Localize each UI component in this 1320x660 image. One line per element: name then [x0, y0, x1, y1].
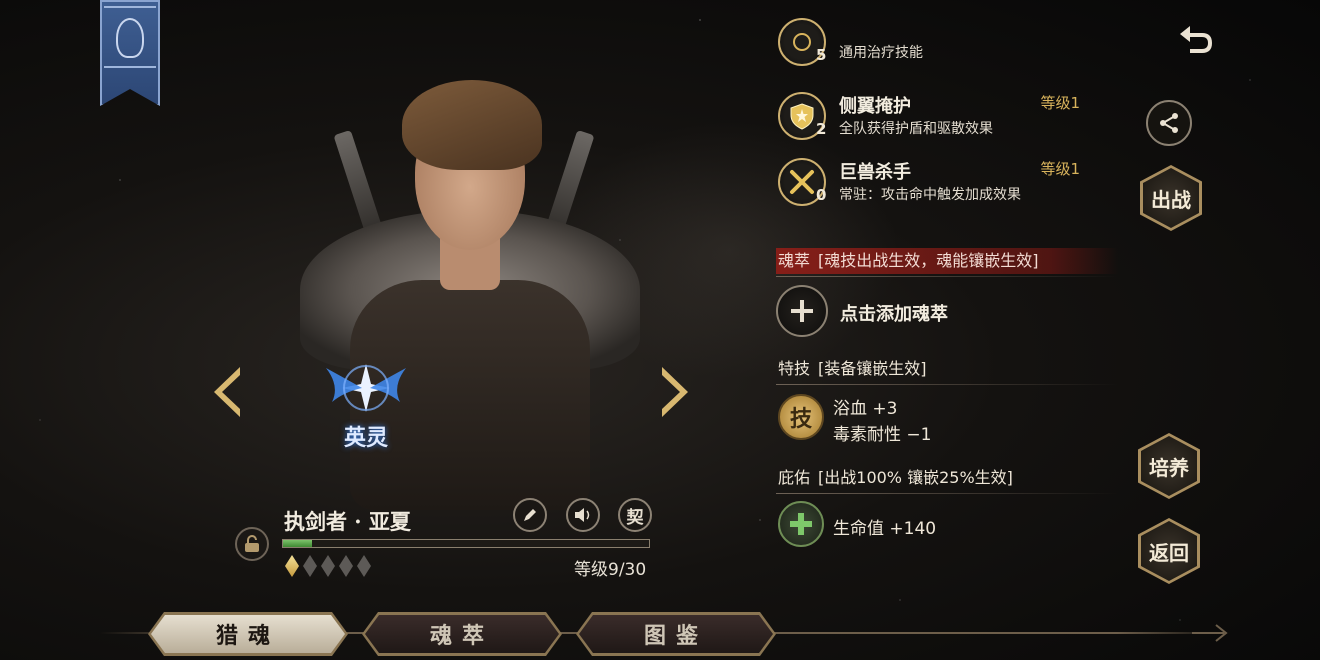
rename-button[interactable] [513, 498, 547, 532]
special-stat: 毒素耐性 −1 [833, 425, 932, 445]
banner-stripe [104, 6, 156, 8]
voice-button[interactable] [566, 498, 600, 532]
skill-level: 等级1 [1040, 160, 1080, 178]
tab-codex[interactable]: 图鉴 [576, 612, 776, 656]
level-text: 等级9/30 [574, 560, 647, 580]
special-skill-header: 特技 [装备镶嵌生效] [776, 356, 1118, 382]
skill-name: 侧翼掩护 [839, 96, 911, 117]
back-button[interactable]: 返回 [1138, 518, 1200, 584]
skills-panel: 5 通用治疗技能 2 侧翼掩护 等级1 全队获得护盾和驱散效果 0 巨兽杀手 等… [770, 18, 1120, 600]
pact-button[interactable]: 契 [618, 498, 652, 532]
deploy-label: 出战 [1151, 187, 1191, 212]
character-name: 执剑者 · 亚夏 [284, 509, 411, 534]
tab-label: 魂萃 [429, 623, 494, 649]
next-character-arrow-icon[interactable] [658, 365, 692, 419]
section-divider [776, 384, 1118, 385]
banner-emblem-icon [116, 18, 144, 58]
skill-count: 0 [816, 186, 827, 204]
winged-star-icon [326, 364, 406, 412]
health-cross-icon[interactable] [778, 501, 824, 547]
star-empty-icon [357, 555, 371, 577]
train-label: 培养 [1149, 455, 1189, 480]
add-soul-essence-button[interactable]: 点击添加魂萃 [774, 285, 1114, 339]
skill-row[interactable]: 0 巨兽杀手 等级1 常驻：攻击命中触发加成效果 [770, 154, 1110, 210]
pencil-icon [524, 509, 536, 521]
lock-toggle-button[interactable] [235, 527, 269, 561]
experience-fill [283, 540, 313, 547]
section-divider [776, 493, 1118, 494]
share-icon [1160, 113, 1178, 133]
soul-rank-emblem: 英灵 [318, 358, 414, 454]
speaker-icon [575, 508, 590, 522]
section-title: 魂萃 [778, 251, 811, 270]
character-hair [402, 80, 542, 170]
arrow-ornament-icon [1192, 624, 1228, 642]
experience-bar [282, 539, 650, 548]
section-divider [776, 276, 1118, 277]
skill-description: 常驻：攻击命中触发加成效果 [839, 187, 1021, 203]
star-rating [285, 555, 371, 577]
soul-rank-label: 英灵 [343, 425, 388, 451]
tab-label: 猎魂 [215, 623, 280, 649]
skill-level: 等级1 [1040, 94, 1080, 112]
add-soul-essence-label: 点击添加魂萃 [840, 304, 948, 325]
tab-hunt-soul[interactable]: 猎魂 [148, 612, 348, 656]
train-button[interactable]: 培养 [1138, 433, 1200, 499]
section-title: 庇佑 [778, 468, 811, 487]
skill-count: 5 [816, 46, 827, 64]
skill-row[interactable]: 2 侧翼掩护 等级1 全队获得护盾和驱散效果 [770, 88, 1110, 144]
back-label: 返回 [1149, 540, 1189, 565]
unlock-icon [245, 535, 259, 552]
skill-row[interactable]: 5 通用治疗技能 [770, 14, 1110, 70]
guild-banner[interactable] [100, 0, 160, 106]
skill-description: 通用治疗技能 [839, 45, 923, 61]
star-filled-icon [285, 555, 299, 577]
tab-soul-essence[interactable]: 魂萃 [362, 612, 562, 656]
soul-essence-header: 魂萃 [魂技出战生效，魂能镶嵌生效] [776, 248, 1118, 274]
skill-count: 2 [816, 120, 827, 138]
deploy-button[interactable]: 出战 [1140, 165, 1202, 231]
skill-name: 巨兽杀手 [839, 162, 911, 183]
share-button[interactable] [1146, 100, 1192, 146]
star-empty-icon [303, 555, 317, 577]
section-note: [魂技出战生效，魂能镶嵌生效] [818, 251, 1039, 270]
section-note: [装备镶嵌生效] [818, 359, 927, 378]
prev-character-arrow-icon[interactable] [210, 365, 244, 419]
section-note: [出战100% 镶嵌25%生效] [818, 468, 1013, 487]
return-arrow-icon[interactable] [1176, 22, 1216, 56]
special-stat: 浴血 +3 [833, 399, 898, 419]
skill-description: 全队获得护盾和驱散效果 [839, 121, 993, 137]
star-empty-icon [339, 555, 353, 577]
tab-label: 图鉴 [643, 623, 708, 649]
blessing-header: 庇佑 [出战100% 镶嵌25%生效] [776, 465, 1118, 491]
section-title: 特技 [778, 359, 811, 378]
plus-icon [776, 285, 828, 337]
technique-icon[interactable]: 技 [778, 394, 824, 440]
blessing-stat: 生命值 +140 [833, 519, 937, 539]
banner-stripe [104, 66, 156, 68]
star-empty-icon [321, 555, 335, 577]
